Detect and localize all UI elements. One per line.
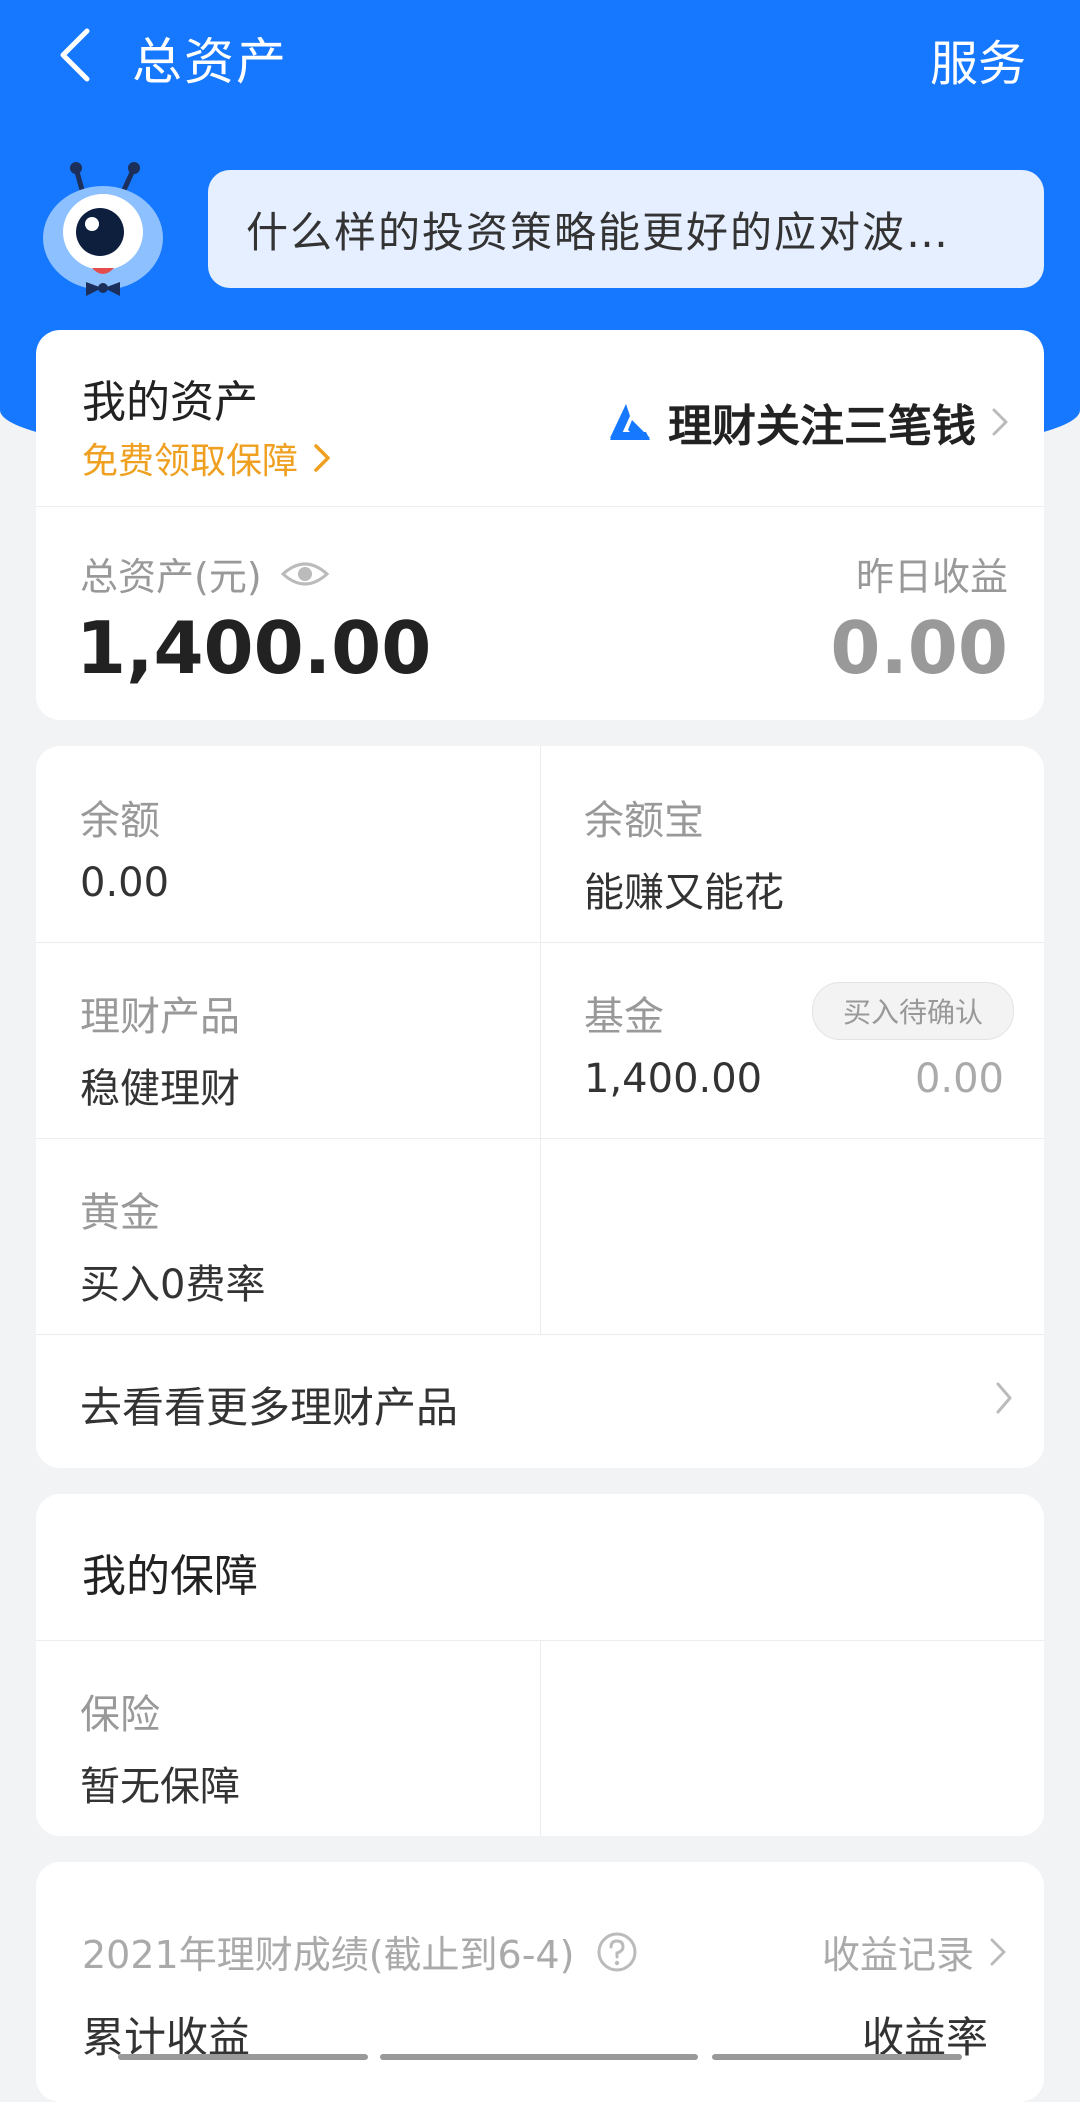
my-protection-title: 我的保障	[82, 1551, 258, 1602]
fund-pending-value: 0.00	[914, 1056, 1004, 1102]
more-products-label: 去看看更多理财产品	[80, 1383, 459, 1432]
balance-cell[interactable]: 余额 0.00	[36, 746, 540, 942]
free-protection-label: 免费领取保障	[82, 441, 299, 482]
total-assets-label-row: 总资产(元)	[80, 546, 330, 601]
yuebao-label: 余额宝	[584, 798, 704, 844]
three-money-focus-label: 理财关注三笔钱	[668, 401, 976, 452]
yuebao-cell[interactable]: 余额宝 能赚又能花	[540, 746, 1044, 942]
mascot-icon	[43, 162, 163, 296]
wealth-products-label: 理财产品	[80, 994, 240, 1040]
fund-value: 1,400.00	[584, 1056, 763, 1102]
free-protection-link[interactable]: 免费领取保障	[82, 432, 332, 484]
back-button[interactable]	[40, 20, 110, 90]
income-record-link[interactable]: 收益记录	[822, 1924, 1008, 1979]
question-circle-icon[interactable]	[596, 1931, 638, 1973]
performance-label-row: 2021年理财成绩(截止到6-4)	[82, 1924, 638, 1979]
grid-divider-vertical	[540, 746, 541, 1334]
chevron-left-icon	[60, 28, 90, 82]
my-assets-title: 我的资产	[82, 377, 258, 428]
total-assets-value: 1,400.00	[76, 606, 432, 690]
my-assets-card: 我的资产 免费领取保障 理财关注三笔钱 总资产(元) 1,400.00 昨日收益…	[36, 330, 1044, 720]
my-assets-header: 我的资产 免费领取保障 理财关注三笔钱	[36, 330, 1044, 507]
yesterday-income-value: 0.00	[830, 606, 1008, 690]
chevron-right-icon	[990, 1938, 1006, 1965]
performance-label: 2021年理财成绩(截止到6-4)	[82, 1933, 575, 1977]
gold-cell[interactable]: 黄金 买入0费率	[36, 1138, 540, 1334]
scroll-indicator	[0, 2054, 1080, 2062]
yuebao-value: 能赚又能花	[584, 870, 784, 916]
yesterday-income-label: 昨日收益	[855, 555, 1008, 599]
my-protection-card: 我的保障 保险 暂无保障	[36, 1494, 1044, 1836]
insurance-cell[interactable]: 保险 暂无保障	[36, 1640, 540, 1836]
eye-icon[interactable]	[280, 558, 330, 590]
fund-label: 基金	[584, 994, 664, 1040]
wealth-products-value: 稳健理财	[80, 1066, 240, 1112]
insurance-label: 保险	[80, 1692, 160, 1738]
balance-label: 余额	[80, 798, 160, 844]
scroll-indicator-bar	[118, 2054, 368, 2060]
page-title: 总资产	[132, 33, 288, 91]
chevron-right-icon	[314, 444, 330, 472]
scroll-indicator-bar	[380, 2054, 698, 2060]
scroll-indicator-bar	[712, 2054, 962, 2060]
asset-summary: 总资产(元) 1,400.00 昨日收益 0.00	[36, 506, 1044, 720]
grid-divider-row-2	[36, 1138, 1044, 1139]
grid-divider-row-1	[36, 942, 1044, 943]
ant-fortune-logo	[610, 404, 650, 440]
balance-value: 0.00	[80, 860, 170, 906]
chevron-right-icon	[992, 408, 1008, 436]
income-record-label: 收益记录	[821, 1933, 974, 1977]
gold-value: 买入0费率	[80, 1262, 266, 1308]
more-products-row[interactable]: 去看看更多理财产品	[36, 1334, 1044, 1468]
total-assets-label: 总资产(元)	[80, 555, 262, 599]
service-button[interactable]: 服务	[930, 24, 1026, 94]
insurance-value: 暂无保障	[80, 1764, 240, 1810]
empty-cell	[540, 1138, 1044, 1334]
products-card: 余额 0.00 余额宝 能赚又能花 理财产品 稳健理财 基金 1,400.00 …	[36, 746, 1044, 1468]
fund-cell[interactable]: 基金 1,400.00	[540, 942, 1044, 1138]
three-money-focus-link[interactable]: 理财关注三笔钱	[606, 390, 1010, 454]
chevron-right-icon	[996, 1382, 1012, 1414]
gold-label: 黄金	[80, 1190, 160, 1236]
pending-confirmation-badge: 买入待确认	[812, 982, 1014, 1040]
performance-card: 2021年理财成绩(截止到6-4) 收益记录 累计收益 收益率	[36, 1862, 1044, 2102]
top-bar: 总资产 服务	[0, 0, 1080, 120]
mascot-avatar[interactable]	[38, 160, 168, 300]
wealth-products-cell[interactable]: 理财产品 稳健理财	[36, 942, 540, 1138]
protection-divider-vertical	[540, 1640, 541, 1836]
assistant-question-bubble[interactable]: 什么样的投资策略能更好的应对波…	[208, 170, 1044, 288]
